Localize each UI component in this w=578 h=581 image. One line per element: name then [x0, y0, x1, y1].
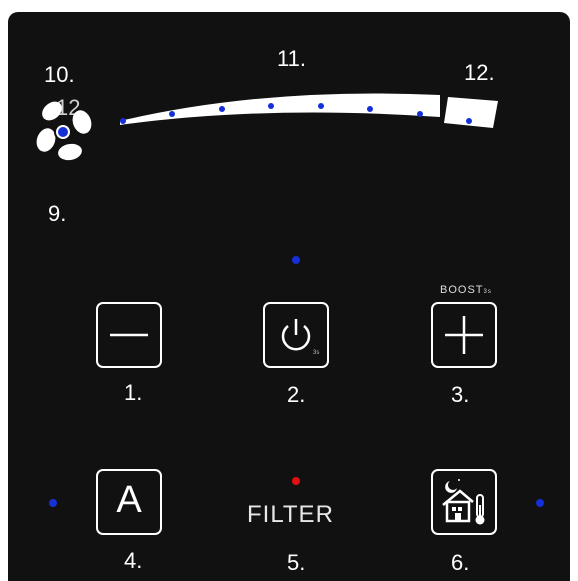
fan-icon[interactable] [34, 100, 94, 166]
label-5: 5. [287, 550, 306, 575]
label-2: 2. [287, 382, 306, 407]
power-hold-time: 3s [313, 350, 320, 356]
speed-dot-3 [219, 106, 225, 112]
auto-mode-icon: A [116, 479, 142, 521]
label-3: 3. [451, 382, 470, 407]
power-icon [281, 319, 311, 351]
speed-dot-8 [466, 118, 472, 124]
label-9: 9. [48, 201, 67, 226]
speed-bar-wedge [120, 93, 440, 125]
speed-dot-4 [268, 103, 274, 109]
plus-icon [445, 316, 483, 354]
speed-dot-5 [318, 103, 324, 109]
night-house-thermometer-icon [442, 479, 485, 525]
label-10: 10. [44, 62, 75, 87]
left-indicator-dot [49, 499, 57, 507]
label-6: 6. [451, 550, 470, 575]
right-indicator-dot [536, 499, 544, 507]
label-12: 12. [464, 60, 495, 85]
label-1: 1. [124, 380, 143, 405]
speed-bar-boost-segment [444, 97, 498, 128]
speed-dot-7 [417, 111, 423, 117]
power-button[interactable]: 3s [263, 302, 329, 368]
plus-button[interactable] [431, 302, 497, 368]
filter-indicator-dot [292, 477, 300, 485]
night-mode-button[interactable] [431, 469, 497, 535]
auto-button[interactable]: A [96, 469, 162, 535]
label-11: 11. [277, 46, 306, 71]
filter-label: FILTER [247, 501, 334, 528]
minus-icon [110, 333, 148, 337]
minus-button[interactable] [96, 302, 162, 368]
speed-dot-2 [169, 111, 175, 117]
speed-bar[interactable] [115, 85, 505, 135]
speed-dot-6 [367, 106, 373, 112]
label-4: 4. [124, 548, 143, 573]
power-indicator-dot [292, 256, 300, 264]
speed-dot-1 [120, 118, 126, 124]
boost-label: BOOST3s [440, 284, 492, 296]
